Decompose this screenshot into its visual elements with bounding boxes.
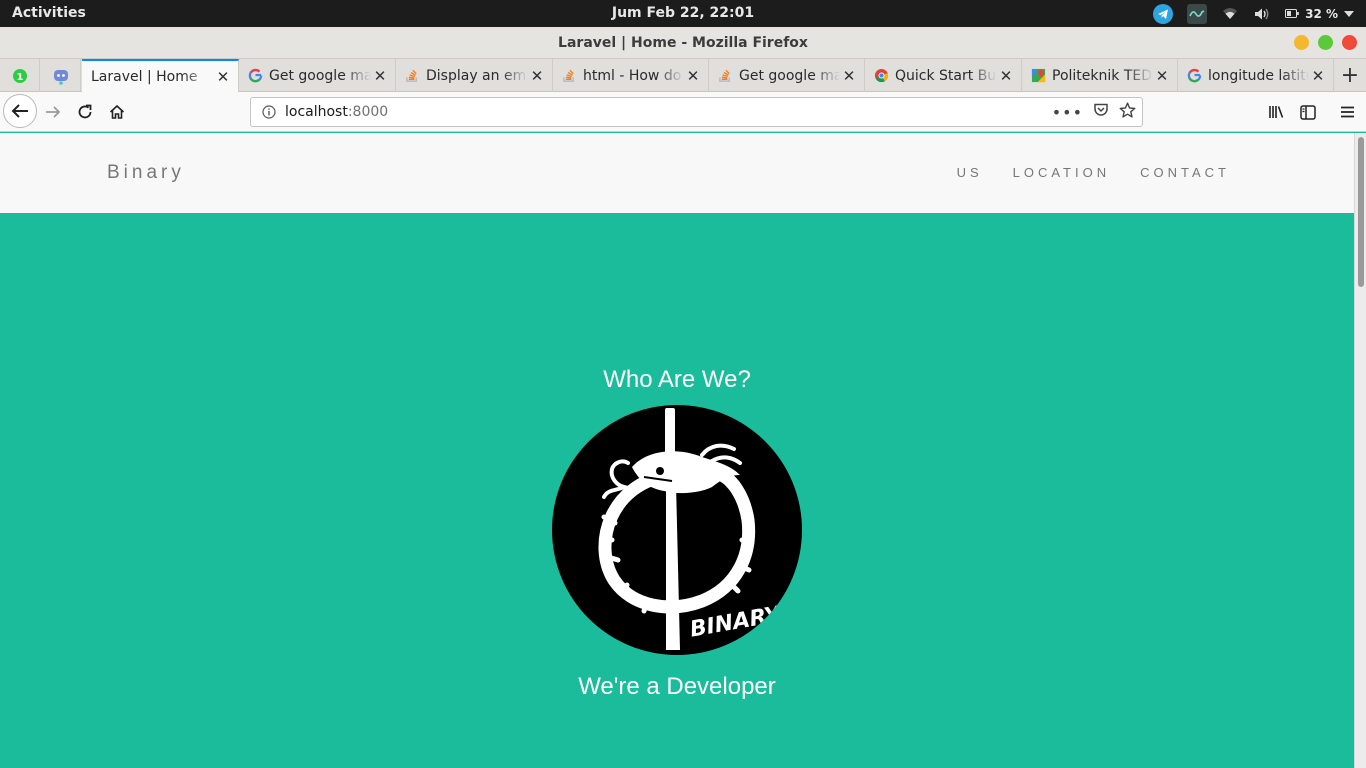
- tab-6[interactable]: Politeknik TEDC ✕: [1022, 59, 1178, 92]
- tab-label: Politeknik TEDC: [1052, 67, 1153, 84]
- window-title: Laravel | Home - Mozilla Firefox: [558, 35, 808, 51]
- logo-text: BINARY: [688, 602, 784, 643]
- maps-icon: [1030, 68, 1046, 84]
- close-tab-icon[interactable]: ✕: [684, 67, 702, 85]
- battery-percent: 32 %: [1305, 6, 1338, 21]
- close-tab-icon[interactable]: ✕: [371, 67, 389, 85]
- discord-icon: [53, 69, 68, 85]
- close-tab-icon[interactable]: ✕: [840, 67, 858, 85]
- battery-indicator[interactable]: 32 %: [1285, 7, 1354, 21]
- site-info-icon[interactable]: [261, 104, 277, 120]
- url-host: localhost: [285, 104, 348, 120]
- tab-label: html - How do: [583, 67, 682, 84]
- tab-5[interactable]: Quick Start Builder ✕: [865, 59, 1022, 92]
- stackoverflow-icon: [561, 68, 577, 84]
- pocket-icon[interactable]: [1093, 102, 1109, 122]
- hamburger-icon: [1340, 106, 1354, 118]
- tab-strip: 1 Laravel | Home ✕ Get google maps ✕ Dis…: [0, 59, 1366, 93]
- home-icon: [109, 104, 125, 119]
- page-viewport: Binary US LOCATION CONTACT Who Are We? B…: [0, 133, 1354, 768]
- back-button[interactable]: [3, 94, 37, 128]
- tab-label: Display an embedded: [426, 67, 528, 84]
- nav-link-contact[interactable]: CONTACT: [1140, 165, 1230, 180]
- nav-link-location[interactable]: LOCATION: [1013, 165, 1111, 180]
- sidebar-icon: [1300, 104, 1316, 120]
- library-icon: [1268, 106, 1283, 118]
- home-button[interactable]: [101, 96, 133, 128]
- url-port: :8000: [347, 104, 389, 120]
- site-menu: US LOCATION CONTACT: [957, 165, 1230, 180]
- navigation-toolbar: localhost:8000 •••: [0, 92, 1366, 132]
- tab-2[interactable]: Display an embedded ✕: [396, 59, 553, 92]
- volume-icon[interactable]: [1253, 6, 1271, 22]
- page-actions-icon[interactable]: •••: [1052, 103, 1083, 122]
- page-scrollbar[interactable]: [1354, 133, 1366, 768]
- pinned-tab-notification[interactable]: 1: [0, 59, 40, 92]
- tab-0[interactable]: Laravel | Home ✕: [82, 59, 239, 93]
- notification-badge-icon: 1: [12, 68, 27, 83]
- tab-label: longitude latitude: [1208, 67, 1309, 84]
- arrow-left-icon: [11, 104, 28, 118]
- google-icon: [1186, 68, 1202, 84]
- new-tab-button[interactable]: +: [1336, 59, 1364, 92]
- telegram-icon[interactable]: [1153, 3, 1174, 24]
- chevron-down-icon: [1344, 10, 1354, 17]
- tab-label: Get google maps: [739, 67, 840, 84]
- close-tab-icon[interactable]: ✕: [214, 68, 232, 86]
- arrow-right-icon: [46, 106, 61, 118]
- url-bar[interactable]: localhost:8000 •••: [250, 97, 1143, 127]
- window-titlebar: Laravel | Home - Mozilla Firefox: [0, 27, 1366, 59]
- site-brand[interactable]: Binary: [107, 162, 185, 184]
- close-window-button[interactable]: [1342, 35, 1357, 50]
- close-tab-icon[interactable]: ✕: [1153, 67, 1171, 85]
- svg-text:1: 1: [16, 72, 23, 83]
- maximize-button[interactable]: [1318, 35, 1333, 50]
- sidebar-toggle-button[interactable]: [1292, 96, 1324, 128]
- minimize-button[interactable]: [1294, 35, 1309, 50]
- stackoverflow-icon: [404, 68, 420, 84]
- close-tab-icon[interactable]: ✕: [1309, 67, 1327, 85]
- forward-button[interactable]: [37, 96, 69, 128]
- system-monitor-icon[interactable]: [1187, 3, 1208, 24]
- close-tab-icon[interactable]: ✕: [528, 67, 546, 85]
- tab-3[interactable]: html - How do ✕: [553, 59, 709, 92]
- system-tray: 32 %: [1153, 3, 1354, 24]
- nav-link-us[interactable]: US: [957, 165, 983, 180]
- tab-label: Get google maps: [269, 67, 371, 84]
- activities-button[interactable]: Activities: [12, 5, 86, 21]
- binary-logo-image: BINARY: [552, 405, 802, 655]
- stackoverflow-icon: [717, 68, 733, 84]
- close-tab-icon[interactable]: ✕: [997, 67, 1015, 85]
- tab-label: Quick Start Builder: [895, 67, 997, 84]
- site-navbar: Binary US LOCATION CONTACT: [0, 133, 1354, 213]
- battery-icon: [1285, 9, 1299, 18]
- menu-button[interactable]: [1331, 96, 1363, 128]
- reload-icon: [78, 104, 92, 119]
- library-button[interactable]: [1260, 96, 1292, 128]
- reload-button[interactable]: [69, 96, 101, 128]
- wifi-icon[interactable]: [1221, 6, 1239, 22]
- tab-1[interactable]: Get google maps ✕: [239, 59, 396, 92]
- hero-title: Who Are We?: [603, 366, 751, 393]
- bookmark-star-icon[interactable]: [1119, 102, 1136, 123]
- tab-label: Laravel | Home: [91, 69, 198, 85]
- pinned-tab-discord[interactable]: [41, 59, 81, 92]
- scrollbar-thumb[interactable]: [1358, 137, 1364, 287]
- hero-subtitle: We're a Developer: [578, 673, 776, 700]
- tab-7[interactable]: longitude latitude ✕: [1178, 59, 1334, 92]
- system-top-bar: Activities Jum Feb 22, 22:01 32 %: [0, 0, 1366, 27]
- logo-artwork: BINARY: [598, 408, 784, 650]
- chrome-icon: [873, 68, 889, 84]
- tab-4[interactable]: Get google maps ✕: [709, 59, 865, 92]
- google-icon: [247, 68, 263, 84]
